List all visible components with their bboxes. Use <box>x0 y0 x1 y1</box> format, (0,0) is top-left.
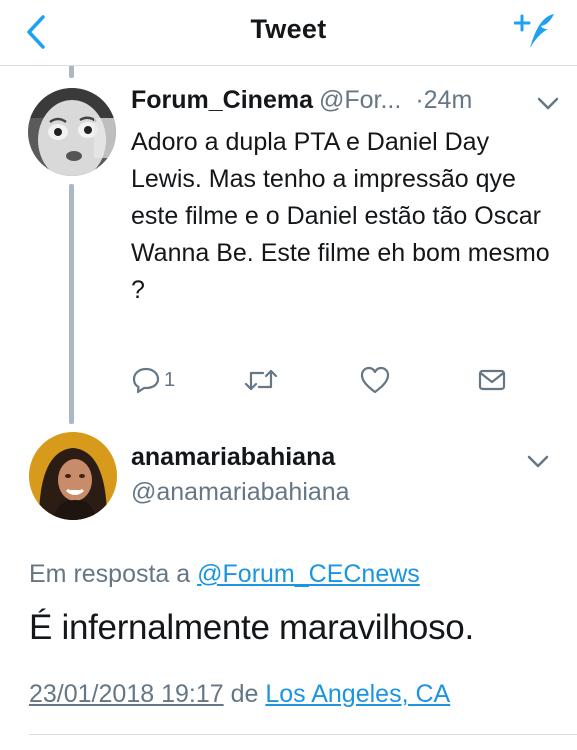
tweet-actions: 1 <box>131 364 531 396</box>
author-name[interactable]: anamariabahiana <box>131 443 335 472</box>
like-icon <box>360 366 390 394</box>
avatar-image <box>29 432 117 520</box>
reply-to-handle-link[interactable]: @Forum_CECnews <box>197 560 420 588</box>
like-button[interactable] <box>359 364 391 396</box>
thread-connector-top <box>69 66 74 78</box>
reply-to-label: Em resposta a <box>29 560 191 588</box>
avatar-anamariabahiana[interactable] <box>29 432 117 520</box>
chevron-down-icon <box>527 455 549 468</box>
compose-tweet-icon <box>514 14 554 48</box>
reply-icon <box>132 367 160 394</box>
chevron-down-icon <box>537 97 559 110</box>
tweet-date-link[interactable]: 23/01/2018 19:17 <box>29 680 224 708</box>
focused-tweet-text: É infernalmente maravilhoso. <box>29 608 474 647</box>
author-handle[interactable]: @For... <box>319 86 401 115</box>
parent-tweet-header: Forum_Cinema @For... ·24m <box>131 86 561 120</box>
tweet-metadata: 23/01/2018 19:17 de Los Angeles, CA <box>29 680 450 709</box>
avatar-forum-cinema[interactable] <box>28 88 116 176</box>
tweet-detail-screen: Tweet Forum_Cinema @For... ·24m Adoro a … <box>0 0 577 750</box>
divider <box>29 734 577 735</box>
tweet-menu-button[interactable] <box>535 92 561 114</box>
reply-context: Em resposta a @Forum_CECnews <box>29 560 420 589</box>
reply-count: 1 <box>164 368 176 391</box>
parent-tweet-text: Adoro a dupla PTA e Daniel Day Lewis. Ma… <box>131 128 550 304</box>
direct-message-icon <box>478 369 506 391</box>
compose-button[interactable] <box>513 10 559 54</box>
navigation-bar: Tweet <box>0 0 577 66</box>
tweet-timestamp: ·24m <box>415 86 473 114</box>
avatar-image <box>28 88 116 176</box>
direct-message-button[interactable] <box>477 364 507 396</box>
reply-button[interactable]: 1 <box>131 364 175 396</box>
retweet-icon <box>244 369 278 391</box>
location-prefix: de <box>230 680 259 708</box>
tweet-menu-button[interactable] <box>525 450 551 472</box>
retweet-button[interactable] <box>243 364 279 396</box>
location-link[interactable]: Los Angeles, CA <box>265 680 450 708</box>
page-title: Tweet <box>250 14 327 44</box>
author-handle[interactable]: @anamariabahiana <box>131 478 350 507</box>
thread-connector <box>69 184 74 424</box>
author-name[interactable]: Forum_Cinema <box>131 86 313 115</box>
